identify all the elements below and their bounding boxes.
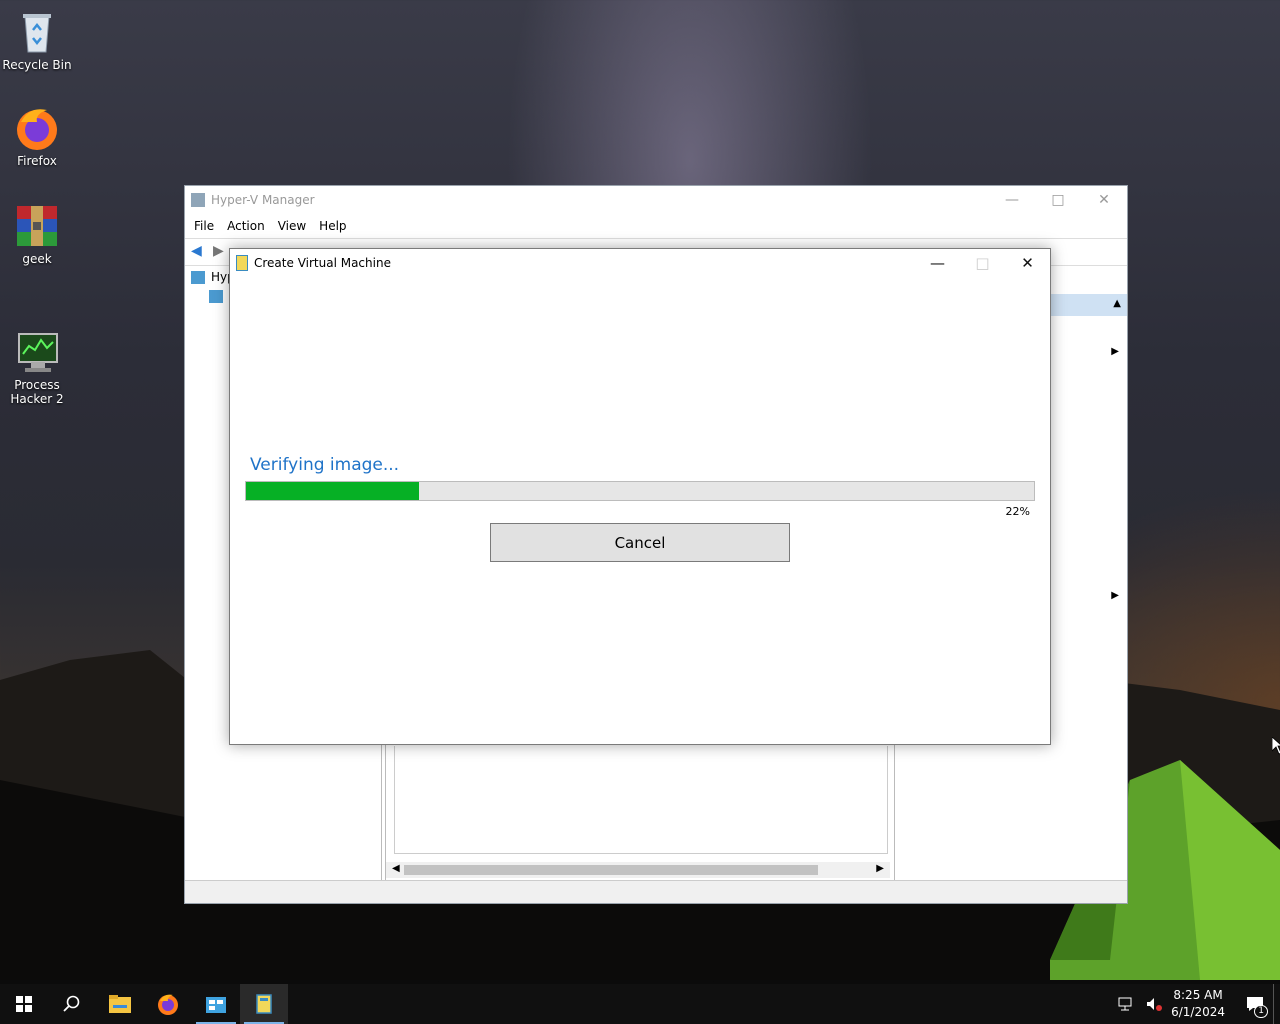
actions-header[interactable]: ▲ xyxy=(1051,294,1127,316)
window-title: Hyper-V Manager xyxy=(211,193,315,207)
notification-center-button[interactable]: 1 xyxy=(1237,984,1273,1024)
search-icon xyxy=(63,995,80,1012)
menu-help[interactable]: Help xyxy=(314,219,354,233)
hyperv-tree-icon xyxy=(191,270,205,284)
dialog-title-bar: Create Virtual Machine — □ ✕ xyxy=(230,249,1050,277)
windows-logo-icon xyxy=(16,996,32,1012)
start-button[interactable] xyxy=(0,984,48,1024)
scroll-right-icon[interactable]: ▶ xyxy=(876,863,884,874)
clock[interactable]: 8:25 AM 6/1/2024 xyxy=(1171,987,1225,1021)
hyperv-manager-icon xyxy=(206,997,226,1013)
winrar-icon xyxy=(13,202,61,250)
desktop-icon-process-hacker[interactable]: Process Hacker 2 xyxy=(0,300,74,420)
desktop-icon-label: Recycle Bin xyxy=(2,58,72,72)
menu-view[interactable]: View xyxy=(273,219,314,233)
submenu-arrow-icon[interactable]: ▶ xyxy=(1111,590,1119,601)
firefox-icon xyxy=(158,994,178,1015)
minimize-button[interactable]: — xyxy=(989,192,1035,208)
taskbar: 8:25 AM 6/1/2024 1 xyxy=(0,984,1280,1024)
desktop-icon-recycle-bin[interactable]: Recycle Bin xyxy=(0,8,74,72)
clock-time: 8:25 AM xyxy=(1173,988,1223,1002)
close-button[interactable]: ✕ xyxy=(1081,192,1127,208)
collapse-up-icon[interactable]: ▲ xyxy=(1113,298,1121,309)
show-desktop-button[interactable] xyxy=(1273,984,1280,1024)
clock-date: 6/1/2024 xyxy=(1171,1005,1225,1019)
minimize-button[interactable]: — xyxy=(915,254,960,272)
cancel-button[interactable]: Cancel xyxy=(490,523,790,562)
dialog-title: Create Virtual Machine xyxy=(254,256,391,270)
status-text: Verifying image... xyxy=(250,455,400,475)
details-panel xyxy=(394,746,888,854)
firefox-icon xyxy=(13,104,61,152)
create-vm-icon xyxy=(256,994,272,1014)
desktop-icon-geek[interactable]: geek xyxy=(0,202,74,266)
forward-arrow-icon[interactable]: ▶ xyxy=(213,243,224,259)
menu-action[interactable]: Action xyxy=(222,219,273,233)
desktop-icon-label: Process Hacker 2 xyxy=(10,378,64,406)
recycle-bin-icon xyxy=(13,8,61,56)
desktop-icon-firefox[interactable]: Firefox xyxy=(0,104,74,168)
desktop-icon-label: Firefox xyxy=(17,154,57,168)
scroll-left-icon[interactable]: ◀ xyxy=(392,863,400,874)
progress-percent-label: 22% xyxy=(1005,505,1030,518)
submenu-arrow-icon[interactable]: ▶ xyxy=(1111,346,1119,357)
volume-muted-icon[interactable] xyxy=(1145,996,1163,1012)
file-explorer-icon xyxy=(109,995,131,1013)
create-vm-dialog: Create Virtual Machine — □ ✕ Verifying i… xyxy=(229,248,1051,745)
hyperv-manager-icon xyxy=(191,193,205,207)
back-arrow-icon[interactable]: ◀ xyxy=(191,243,202,259)
taskbar-create-vm[interactable] xyxy=(240,984,288,1024)
mouse-cursor-icon xyxy=(1272,737,1280,755)
hyperv-title-bar: Hyper-V Manager — □ ✕ xyxy=(185,186,1127,214)
taskbar-file-explorer[interactable] xyxy=(96,984,144,1024)
horizontal-scrollbar[interactable]: ◀ ▶ xyxy=(386,862,890,878)
desktop-icon-label: geek xyxy=(22,252,52,266)
search-button[interactable] xyxy=(48,984,96,1024)
server-tree-icon[interactable] xyxy=(209,290,223,303)
system-tray: 8:25 AM 6/1/2024 1 xyxy=(1117,984,1280,1024)
maximize-button: □ xyxy=(975,254,990,272)
menu-bar: File Action View Help xyxy=(185,214,1127,238)
progress-bar xyxy=(245,481,1035,501)
menu-file[interactable]: File xyxy=(189,219,222,233)
close-button[interactable]: ✕ xyxy=(1005,254,1050,272)
progress-fill xyxy=(246,482,420,500)
status-bar xyxy=(185,880,1127,903)
process-hacker-icon xyxy=(13,314,61,372)
notification-count-badge: 1 xyxy=(1254,1005,1268,1018)
scrollbar-thumb[interactable] xyxy=(404,865,818,875)
taskbar-firefox[interactable] xyxy=(144,984,192,1024)
create-vm-icon xyxy=(236,255,248,271)
maximize-button[interactable]: □ xyxy=(1035,192,1081,208)
taskbar-hyperv-manager[interactable] xyxy=(192,984,240,1024)
network-icon[interactable] xyxy=(1117,996,1135,1012)
